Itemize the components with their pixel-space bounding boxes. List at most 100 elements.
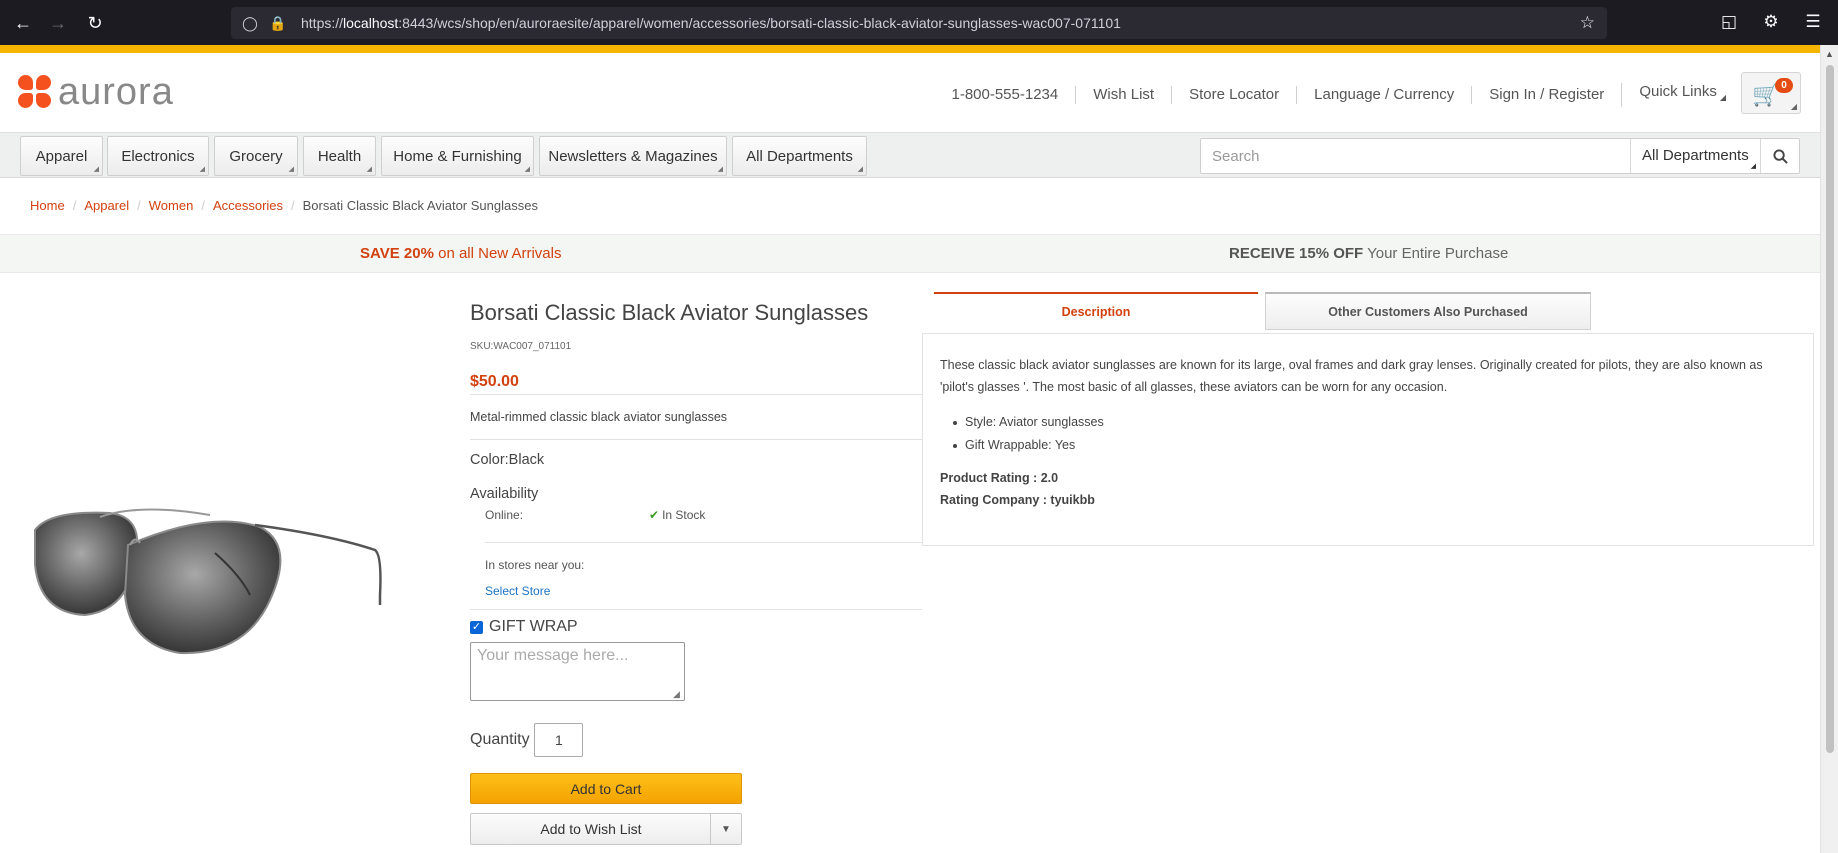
bookmark-star-icon[interactable]: ☆	[1580, 13, 1595, 33]
search-scope-select[interactable]: All Departments ◢	[1630, 139, 1760, 173]
gift-wrap-label: GIFT WRAP	[489, 618, 578, 635]
breadcrumb-home[interactable]: Home	[30, 198, 65, 213]
product-sku: SKU:WAC007_071101	[470, 341, 572, 352]
scroll-up-icon[interactable]: ▲	[1825, 49, 1834, 59]
menu-corner-icon: ◢	[366, 166, 372, 173]
reload-icon[interactable]: ↻	[84, 12, 106, 34]
dept-electronics[interactable]: Electronics ◢	[107, 136, 209, 176]
attribute-list: Style: Aviator sunglasses Gift Wrappable…	[940, 411, 1104, 457]
add-to-cart-button[interactable]: Add to Cart	[470, 773, 742, 804]
quick-links-label: Quick Links	[1639, 83, 1717, 100]
scroll-thumb[interactable]	[1826, 65, 1834, 753]
stores-label: In stores near you:	[485, 558, 585, 572]
breadcrumb: Home / Apparel / Women / Accessories / Borsa…	[30, 198, 538, 213]
gift-wrap-checkbox[interactable]: ✓	[470, 620, 483, 634]
dept-label: Health	[317, 147, 362, 165]
promo-banner: SAVE 20% on all New Arrivals RECEIVE 15%…	[0, 234, 1820, 273]
logo-text: aurora	[58, 71, 174, 113]
promo-new-arrivals[interactable]: SAVE 20% on all New Arrivals	[360, 245, 561, 262]
chevron-down-icon: ▼	[721, 823, 731, 835]
menu-corner-icon: ◢	[524, 166, 530, 173]
address-bar[interactable]: ◯ 🔒 https://localhost:8443/wcs/shop/en/a…	[231, 7, 1607, 39]
rating-company: Rating Company : tyuikbb	[940, 493, 1095, 507]
breadcrumb-separator: /	[291, 198, 295, 213]
quantity-label: Quantity	[470, 731, 530, 748]
stock-status: ✔ In Stock	[649, 508, 705, 522]
accent-strip	[0, 45, 1820, 53]
logo-mark-icon	[18, 75, 52, 109]
gift-message-field[interactable]	[470, 642, 685, 701]
promo-entire-purchase[interactable]: RECEIVE 15% OFF Your Entire Purchase	[1229, 245, 1508, 262]
page-scrollbar[interactable]: ▲	[1820, 45, 1838, 853]
menu-corner-icon: ◢	[857, 166, 863, 173]
breadcrumb-accessories[interactable]: Accessories	[213, 198, 283, 213]
wishlist-dropdown-button[interactable]: ▼	[710, 814, 741, 844]
search-box: All Departments◢	[1200, 138, 1800, 174]
breadcrumb-women[interactable]: Women	[149, 198, 194, 213]
rating-info: Product Rating : 2.0 Rating Company : ty…	[940, 467, 1095, 511]
add-to-wishlist-button[interactable]: Add to Wish List	[471, 814, 711, 844]
chevron-down-icon: ◢	[1750, 163, 1756, 170]
dept-label: Apparel	[35, 147, 88, 165]
store-logo[interactable]: aurora	[18, 71, 174, 113]
breadcrumb-separator: /	[201, 198, 205, 213]
divider	[470, 439, 922, 440]
dept-label: Home & Furnishing	[393, 147, 522, 165]
gift-wrap-option[interactable]: ✓ GIFT WRAP	[470, 618, 578, 636]
dept-apparel[interactable]: Apparel ◢	[20, 136, 103, 176]
breadcrumb-separator: /	[72, 198, 77, 213]
select-store-link[interactable]: Select Store	[485, 584, 550, 598]
sign-in-link[interactable]: Sign In / Register	[1471, 86, 1621, 104]
menu-corner-icon: ◢	[93, 166, 99, 173]
stock-status-text: In Stock	[662, 508, 706, 522]
lock-icon: 🔒	[269, 14, 287, 31]
tab-other-customers[interactable]: Other Customers Also Purchased	[1265, 292, 1591, 330]
menu-corner-icon: ◢	[717, 166, 723, 173]
dept-health[interactable]: Health ◢	[303, 136, 376, 176]
quick-links-menu[interactable]: Quick Links ◢	[1621, 83, 1743, 107]
pocket-icon[interactable]: ◱	[1718, 12, 1740, 32]
dept-label: All Departments	[746, 147, 853, 165]
quantity-input[interactable]	[534, 723, 583, 757]
extensions-icon[interactable]: ⚙	[1760, 12, 1782, 32]
search-icon	[1772, 148, 1788, 164]
menu-corner-icon: ◢	[199, 166, 205, 173]
language-currency-link[interactable]: Language / Currency	[1296, 86, 1471, 104]
divider	[485, 542, 922, 543]
phone-number: 1-800-555-1234	[951, 86, 1059, 103]
dept-label: Electronics	[121, 147, 195, 165]
dept-all-departments[interactable]: All Departments ◢	[732, 136, 867, 176]
search-scope-label: All Departments	[1642, 147, 1749, 164]
add-to-wishlist-group: Add to Wish List ▼	[470, 813, 742, 845]
forward-icon[interactable]: →	[47, 12, 69, 34]
divider	[470, 394, 922, 395]
shopping-cart-button[interactable]: 🛒 0 ◢	[1741, 72, 1801, 114]
back-icon[interactable]: ←	[12, 12, 34, 34]
product-short-description: Metal-rimmed classic black aviator sungl…	[470, 410, 728, 424]
online-label: Online:	[485, 508, 524, 522]
breadcrumb-separator: /	[137, 198, 141, 213]
tab-description[interactable]: Description	[934, 292, 1258, 330]
breadcrumb-current: Borsati Classic Black Aviator Sunglasses	[302, 198, 538, 213]
breadcrumb-apparel[interactable]: Apparel	[84, 198, 129, 213]
attribute-style: Style: Aviator sunglasses	[940, 411, 1104, 434]
dept-label: Newsletters & Magazines	[548, 147, 718, 165]
long-description: These classic black aviator sunglasses a…	[940, 358, 1763, 394]
header-links: 1-800-555-1234 Wish List Store Locator L…	[934, 83, 1743, 107]
product-price: $50.00	[470, 373, 519, 390]
dept-grocery[interactable]: Grocery ◢	[214, 136, 298, 176]
attribute-gift-wrappable: Gift Wrappable: Yes	[940, 434, 1104, 457]
dept-home-furnishing[interactable]: Home & Furnishing ◢	[381, 136, 534, 176]
department-nav: Apparel ◢ Electronics ◢ Grocery ◢ Health ◢ H…	[0, 132, 1820, 178]
search-button[interactable]	[1760, 139, 1799, 173]
dept-newsletters[interactable]: Newsletters & Magazines ◢	[539, 136, 727, 176]
quick-links-caret-icon: ◢	[1719, 93, 1726, 102]
resize-grip-icon[interactable]: ◢	[673, 689, 680, 700]
dept-label: Grocery	[229, 147, 283, 165]
menu-icon[interactable]: ☰	[1802, 12, 1824, 32]
product-rating: Product Rating : 2.0	[940, 471, 1059, 485]
browser-toolbar: ← → ↻ ◯ 🔒 https://localhost:8443/wcs/sho…	[0, 0, 1838, 45]
wish-list-link[interactable]: Wish List	[1075, 86, 1171, 104]
search-input[interactable]	[1201, 139, 1630, 173]
store-locator-link[interactable]: Store Locator	[1171, 86, 1296, 104]
